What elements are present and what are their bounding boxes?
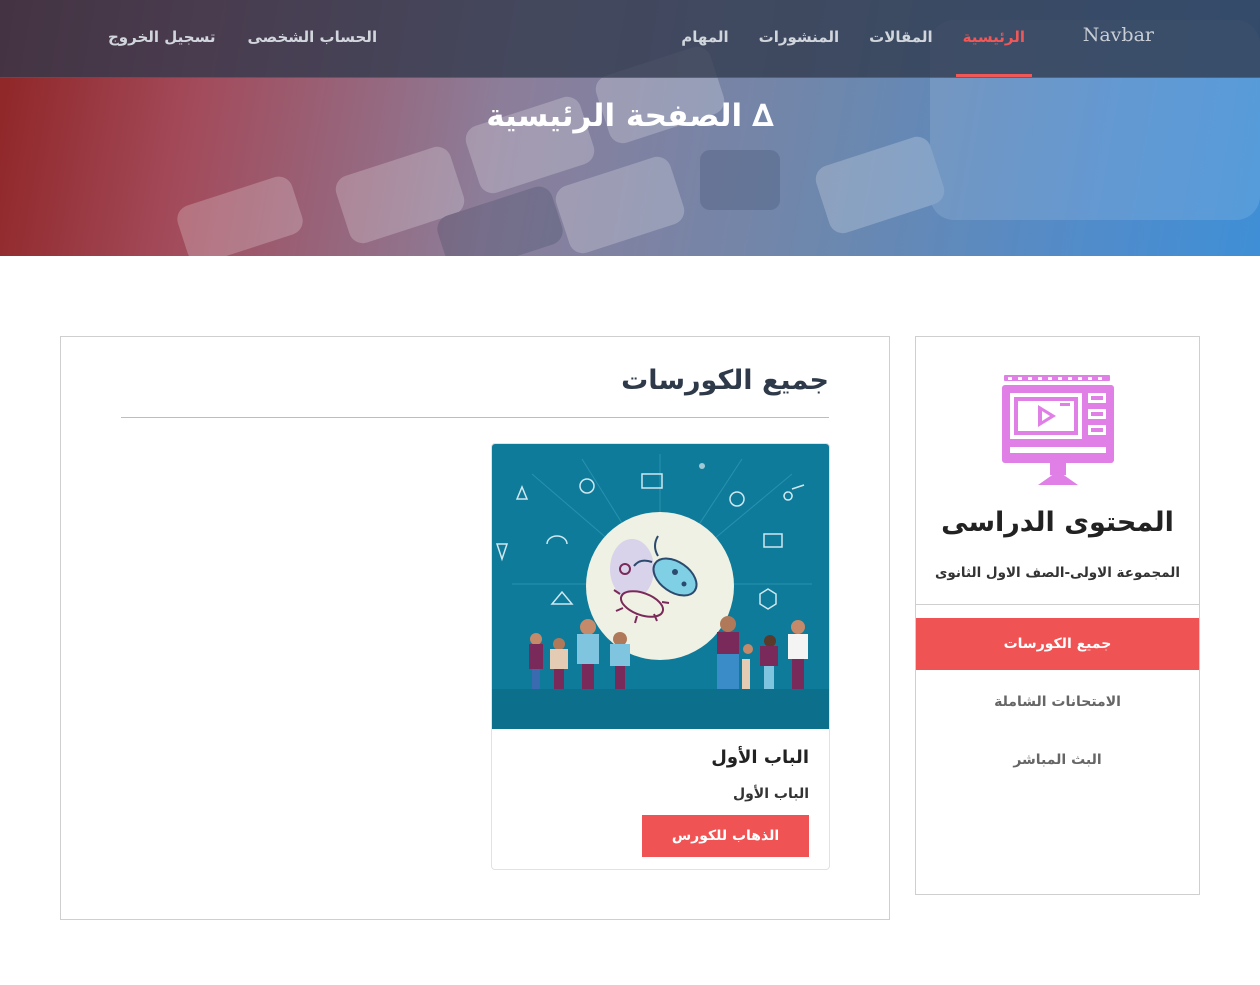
nav-link-logout[interactable]: تسجيل الخروج xyxy=(92,0,232,77)
nav-links: الرئيسية المقالات المنشورات المهام xyxy=(666,0,1040,77)
hero-banner: Navbar الرئيسية المقالات المنشورات المها… xyxy=(0,0,1260,256)
sidebar-divider xyxy=(916,604,1199,605)
sidebar: المحتوى الدراسى المجموعة الاولى-الصف الا… xyxy=(915,336,1200,895)
nav-link-home[interactable]: الرئيسية xyxy=(948,0,1040,77)
page-title-text: الصفحة الرئيسية xyxy=(486,98,743,134)
sidebar-menu: جميع الكورسات الامتحانات الشاملة البث ال… xyxy=(916,618,1199,792)
page-title: ∆الصفحة الرئيسية xyxy=(0,98,1260,134)
course-title: الباب الأول xyxy=(711,747,809,768)
nav-link-posts[interactable]: المنشورات xyxy=(744,0,854,77)
section-divider xyxy=(121,417,829,418)
navbar-brand[interactable]: Navbar xyxy=(1083,24,1154,46)
go-to-course-button[interactable]: الذهاب للكورس xyxy=(642,815,809,857)
sidebar-item-live-stream[interactable]: البث المباشر xyxy=(916,734,1199,786)
navbar: Navbar الرئيسية المقالات المنشورات المها… xyxy=(0,0,1260,78)
bacteria-illustration-image xyxy=(492,444,829,729)
section-title: جميع الكورسات xyxy=(621,365,829,396)
nav-link-tasks[interactable]: المهام xyxy=(666,0,743,77)
nav-link-articles[interactable]: المقالات xyxy=(854,0,948,77)
sidebar-item-all-courses[interactable]: جميع الكورسات xyxy=(916,618,1199,670)
course-subtitle: الباب الأول xyxy=(732,786,809,802)
course-card[interactable]: الباب الأول الباب الأول الذهاب للكورس xyxy=(491,443,830,870)
delta-icon: ∆ xyxy=(752,98,774,134)
video-monitor-icon xyxy=(1002,375,1114,485)
account-links: الحساب الشخصى تسجيل الخروج xyxy=(92,0,393,77)
courses-panel: جميع الكورسات الباب الأول الباب الأول ال… xyxy=(60,336,890,920)
sidebar-item-exams[interactable]: الامتحانات الشاملة xyxy=(916,676,1199,728)
sidebar-title: المحتوى الدراسى xyxy=(941,507,1174,538)
sidebar-subtitle: المجموعة الاولى-الصف الاول الثانوى xyxy=(935,565,1180,581)
nav-link-profile[interactable]: الحساب الشخصى xyxy=(232,0,394,77)
